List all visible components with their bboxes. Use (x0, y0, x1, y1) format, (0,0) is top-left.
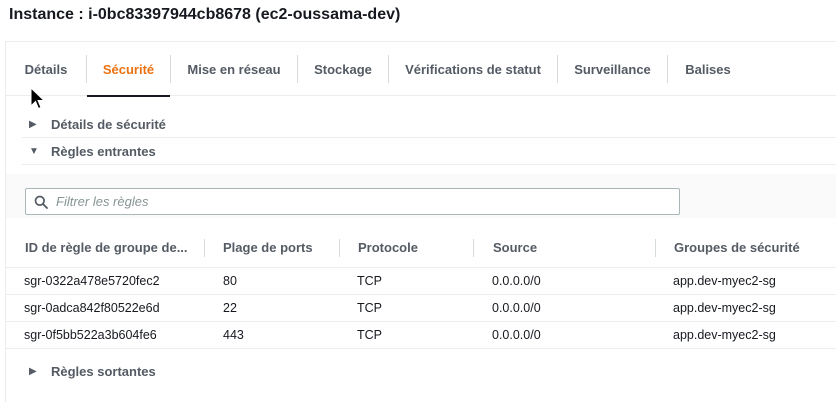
table-row: sgr-0f5bb522a3b604fe6 443 TCP 0.0.0.0/0 … (6, 322, 836, 349)
rule-id-cell: sgr-0f5bb522a3b604fe6 (24, 328, 157, 342)
header: Instance : i-0bc83397944cb8678 (ec2-ouss… (0, 0, 836, 40)
filter-rules-input[interactable] (56, 194, 679, 209)
port-range-cell: 80 (223, 274, 237, 288)
section-label: Règles sortantes (51, 363, 156, 379)
column-separator (204, 239, 205, 257)
rule-id-cell: sgr-0322a478e5720fec2 (24, 274, 160, 288)
inbound-rules-toggle[interactable]: ▼ Règles entrantes (29, 141, 156, 161)
security-details-toggle[interactable]: ▶ Détails de sécurité (29, 114, 166, 134)
section-label: Détails de sécurité (51, 116, 166, 132)
tab-details[interactable]: Détails (6, 42, 86, 96)
table-header: ID de règle de groupe de... Plage de por… (6, 227, 836, 268)
divider (22, 164, 836, 165)
tab-status-checks[interactable]: Vérifications de statut (389, 42, 557, 96)
column-header-port-range[interactable]: Plage de ports (223, 227, 333, 267)
caret-right-icon: ▶ (29, 365, 37, 377)
outbound-rules-toggle[interactable]: ▶ Règles sortantes (29, 361, 156, 381)
source-cell: 0.0.0.0/0 (492, 328, 541, 342)
rule-id-cell: sgr-0adca842f80522e6d (24, 301, 160, 315)
security-group-cell: app.dev-myec2-sg (673, 301, 776, 315)
tab-monitoring[interactable]: Surveillance (558, 42, 667, 96)
column-header-rule-id[interactable]: ID de règle de groupe de... (25, 227, 190, 267)
protocol-cell: TCP (357, 301, 382, 315)
tab-bar: Détails Sécurité Mise en réseau Stockage… (6, 42, 836, 97)
protocol-cell: TCP (357, 274, 382, 288)
tab-tags[interactable]: Balises (668, 42, 748, 96)
column-header-security-groups[interactable]: Groupes de sécurité (674, 227, 824, 267)
column-header-protocol[interactable]: Protocole (358, 227, 468, 267)
port-range-cell: 22 (223, 301, 237, 315)
table-row: sgr-0adca842f80522e6d 22 TCP 0.0.0.0/0 a… (6, 295, 836, 322)
search-icon (26, 195, 56, 209)
source-cell: 0.0.0.0/0 (492, 301, 541, 315)
column-separator (339, 239, 340, 257)
tab-security[interactable]: Sécurité (87, 42, 170, 97)
inbound-rules-table: ID de règle de groupe de... Plage de por… (6, 227, 836, 349)
column-separator (473, 239, 474, 257)
source-cell: 0.0.0.0/0 (492, 274, 541, 288)
column-separator (655, 239, 656, 257)
security-group-cell: app.dev-myec2-sg (673, 328, 776, 342)
instance-details-panel: Détails Sécurité Mise en réseau Stockage… (5, 41, 836, 402)
column-header-source[interactable]: Source (493, 227, 603, 267)
filter-search (25, 188, 680, 215)
section-label: Règles entrantes (51, 143, 156, 159)
mouse-pointer-icon (30, 87, 46, 110)
table-row: sgr-0322a478e5720fec2 80 TCP 0.0.0.0/0 a… (6, 268, 836, 295)
caret-right-icon: ▶ (29, 118, 37, 130)
page-title: Instance : i-0bc83397944cb8678 (ec2-ouss… (9, 6, 401, 23)
divider (22, 137, 836, 138)
filter-bar (6, 174, 836, 218)
tab-networking[interactable]: Mise en réseau (171, 42, 297, 96)
caret-down-icon: ▼ (29, 145, 39, 157)
tab-storage[interactable]: Stockage (298, 42, 388, 96)
security-group-cell: app.dev-myec2-sg (673, 274, 776, 288)
protocol-cell: TCP (357, 328, 382, 342)
port-range-cell: 443 (223, 328, 244, 342)
